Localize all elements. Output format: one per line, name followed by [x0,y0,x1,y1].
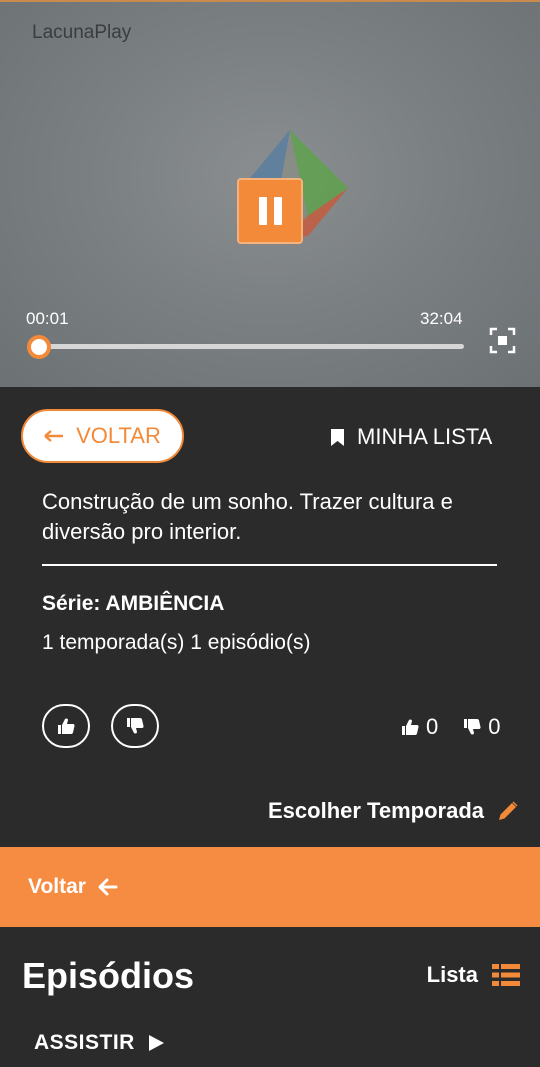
episodes-section: Episódios Lista ASSISTIR [0,927,540,1067]
episodes-title: Episódios [22,955,195,996]
choose-season-label: Escolher Temporada [268,798,484,823]
voltar-bar-label: Voltar [28,875,86,898]
arrow-left-icon [98,878,118,896]
total-time: 32:04 [420,309,463,328]
my-list-button[interactable]: MINHA LISTA [330,424,492,450]
list-icon [492,964,520,986]
pause-icon-bar-left [258,197,267,225]
list-view-button[interactable]: Lista [427,962,520,988]
pause-icon-bar-right [273,197,282,225]
voltar-bar[interactable]: Voltar [0,847,540,927]
watch-button[interactable]: ASSISTIR [34,1031,165,1055]
series-title: Série: AMBIÊNCIA [42,592,225,615]
video-description: Construção de um sonho. Trazer cultura e… [42,489,453,544]
thumbs-up-icon [58,718,75,734]
dislike-button[interactable] [111,704,159,748]
my-list-label: MINHA LISTA [357,424,493,449]
pencil-icon [499,801,518,820]
choose-season-button[interactable]: Escolher Temporada [268,798,520,824]
back-button[interactable]: VOLTAR [21,409,184,463]
divider [42,564,497,566]
like-count: 0 [426,714,439,739]
thumbs-down-icon [464,719,481,735]
details-panel: VOLTAR MINHA LISTA Construção de um sonh… [0,387,540,847]
progress-track[interactable] [38,344,464,349]
brand-label: LacunaPlay [32,22,132,43]
video-player[interactable]: LacunaPlay 00:01 32:04 [0,2,540,387]
pause-button[interactable] [237,178,303,244]
thumbs-down-icon [127,718,144,734]
like-button[interactable] [42,704,90,748]
play-icon [148,1035,164,1051]
progress-knob[interactable] [27,335,51,359]
current-time: 00:01 [26,309,69,328]
watch-label: ASSISTIR [34,1031,135,1054]
arrow-left-icon [44,430,64,442]
fullscreen-icon[interactable] [489,327,516,354]
season-episode-counts: 1 temporada(s) 1 episódio(s) [42,631,311,654]
list-view-label: Lista [426,962,478,987]
dislike-count: 0 [488,714,501,739]
bookmark-icon [331,428,344,446]
back-button-label: VOLTAR [76,423,161,448]
vote-tally: 0 0 [400,714,501,740]
thumbs-up-icon [402,719,419,735]
